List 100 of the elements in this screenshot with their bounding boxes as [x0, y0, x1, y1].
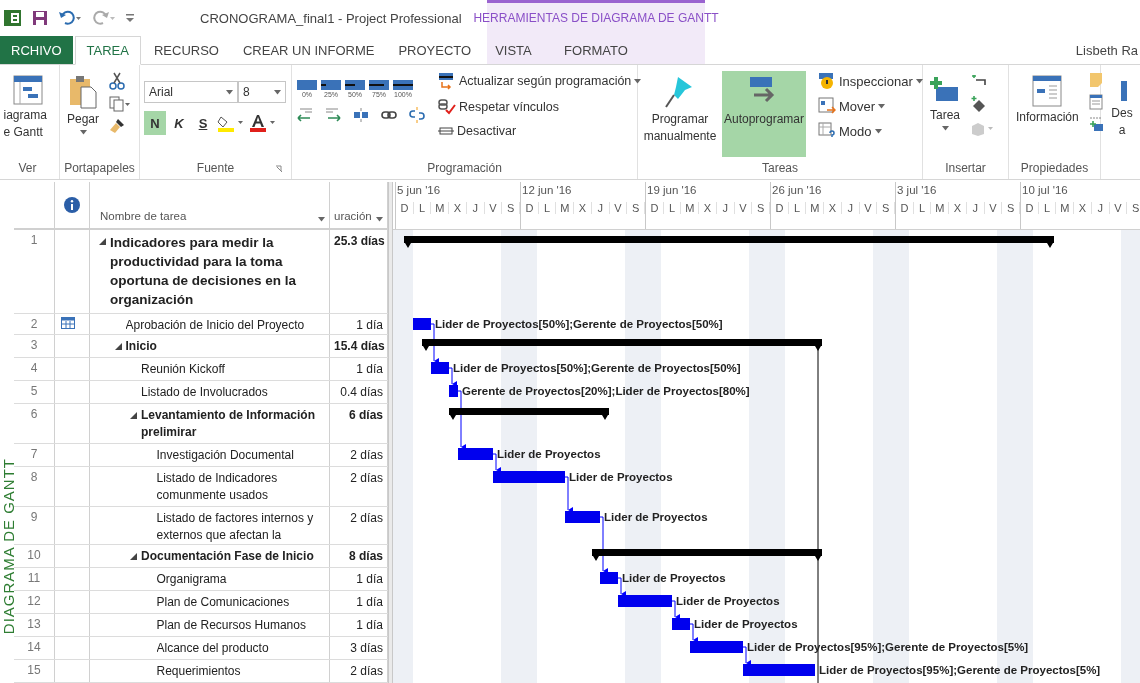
column-header[interactable]: Nombre de tarea	[90, 182, 330, 228]
group-label: Programación	[427, 161, 502, 177]
dialog-launcher-icon[interactable]	[275, 165, 283, 173]
day-label: L	[538, 202, 557, 214]
ribbon-tab[interactable]: PROYECTO	[387, 36, 483, 64]
group-label: Insertar	[945, 161, 986, 177]
week-label: 12 jun '16	[521, 183, 573, 198]
row-number: 1	[29, 233, 39, 247]
duration: 3 días	[349, 640, 383, 657]
paste-button[interactable]: Pegar	[64, 71, 103, 139]
duration: 1 día	[355, 617, 383, 634]
collapse-toggle[interactable]	[129, 552, 138, 561]
task-command[interactable]: Mover	[816, 96, 925, 116]
save-icon[interactable]	[32, 10, 48, 26]
day-label: M	[1056, 202, 1075, 214]
task-name: Documentación Fase de Inicio	[141, 548, 315, 565]
indent-icon[interactable]	[324, 107, 342, 123]
ribbon-button[interactable]: Des a	[1105, 71, 1139, 143]
row-number: 9	[29, 510, 39, 524]
schedule-mode-button[interactable]: Programar manualmente	[642, 71, 718, 157]
ribbon-tab[interactable]: CREAR UN INFORME	[231, 36, 386, 64]
row-number: 12	[26, 594, 42, 608]
text-style-button[interactable]: K	[168, 111, 190, 135]
calendar-icon	[61, 317, 75, 329]
information-button[interactable]: Información	[1013, 71, 1082, 130]
row-number: 5	[29, 384, 39, 398]
caret-icon	[874, 128, 882, 134]
caret-icon	[318, 217, 325, 222]
row-number: 8	[29, 470, 39, 484]
ribbon-tab[interactable]: TAREA	[74, 36, 141, 65]
schedule-command[interactable]: Respetar vínculos	[436, 97, 644, 117]
day-label: V	[1109, 202, 1128, 214]
duration: 2 días	[349, 447, 383, 464]
resource-label: Lider de Proyectos	[569, 471, 673, 483]
duration: 1 día	[355, 317, 383, 334]
collapse-toggle[interactable]	[113, 342, 123, 351]
link-check-icon	[438, 98, 456, 116]
row-number: 11	[26, 571, 42, 585]
task-name: Listado de Indicadores comunmente usados	[156, 470, 279, 504]
day-label: D	[1021, 202, 1039, 214]
ribbon-tab[interactable]: RECURSO	[142, 36, 230, 64]
task-name: Inicio	[125, 338, 158, 355]
day-label: L	[788, 202, 807, 214]
ribbon-tab[interactable]: FORMATO	[550, 36, 642, 64]
day-label: S	[1002, 202, 1020, 214]
details-icon[interactable]	[1087, 93, 1104, 111]
resource-label: Lider de Proyectos	[622, 572, 726, 584]
week-label: 19 jun '16	[646, 183, 698, 198]
day-label: V	[984, 202, 1003, 214]
user-name[interactable]: Lisbeth Ra	[1075, 42, 1138, 58]
gantt-view-button[interactable]: iagrama e Gantt	[0, 71, 55, 145]
day-label: X	[574, 202, 592, 214]
caret-icon	[376, 217, 383, 222]
schedule-mode-button[interactable]: Autoprogramar	[722, 71, 806, 157]
task-name: Alcance del producto	[156, 640, 270, 657]
day-label: J	[966, 202, 985, 214]
undo-icon[interactable]	[58, 10, 82, 26]
redo-icon[interactable]	[92, 10, 116, 26]
timeline-add-icon[interactable]	[1087, 115, 1104, 133]
day-label: M	[681, 202, 700, 214]
text-style-button[interactable]: S	[192, 111, 214, 135]
row-number: 4	[29, 361, 39, 375]
day-label: V	[734, 202, 753, 214]
info-panel-icon	[1032, 75, 1063, 107]
caret-icon	[941, 125, 949, 131]
collapse-toggle[interactable]	[129, 411, 138, 420]
day-label: D	[771, 202, 789, 214]
day-label: J	[716, 202, 735, 214]
week-label: 10 jul '16	[1021, 183, 1069, 198]
text-style-button[interactable]: N	[144, 111, 166, 135]
duration: 6 días	[347, 407, 383, 424]
day-label: J	[841, 202, 860, 214]
task-command[interactable]: Inspeccionar	[816, 71, 925, 91]
collapse-toggle[interactable]	[98, 237, 107, 246]
day-label: M	[556, 202, 575, 214]
insert-task-button[interactable]: Tarea	[927, 71, 964, 135]
resource-label: Gerente de Proyectos[20%];Lider de Proyectos[80%]	[462, 385, 750, 397]
font-size-field[interactable]: 8	[238, 81, 286, 103]
ribbon-tab[interactable]: VISTA	[484, 36, 543, 64]
customize-icon[interactable]	[126, 13, 134, 23]
schedule-command[interactable]: Desactivar	[436, 123, 644, 139]
task-command[interactable]: Modo	[816, 121, 925, 141]
day-label: M	[806, 202, 825, 214]
font-color-icon[interactable]	[248, 113, 278, 133]
mode-icon	[818, 122, 836, 140]
unlink-icon[interactable]	[408, 106, 426, 124]
font-name-field[interactable]: Arial	[144, 81, 238, 103]
task-name: Requerimientos	[156, 663, 242, 680]
gantt-chart-icon	[12, 75, 43, 105]
outdent-icon[interactable]	[296, 107, 314, 123]
update-schedule-icon	[438, 72, 456, 90]
window-title: CRONOGRAMA_final1 - Project Professional	[200, 10, 462, 26]
file-tab[interactable]: RCHIVO	[0, 36, 73, 64]
split-task-icon[interactable]	[352, 106, 370, 124]
app-icon[interactable]	[4, 9, 22, 27]
day-label: D	[521, 202, 539, 214]
day-label: D	[896, 202, 914, 214]
schedule-command[interactable]: Actualizar según programación	[436, 71, 644, 91]
duration: 8 días	[347, 548, 383, 565]
day-label: X	[449, 202, 467, 214]
